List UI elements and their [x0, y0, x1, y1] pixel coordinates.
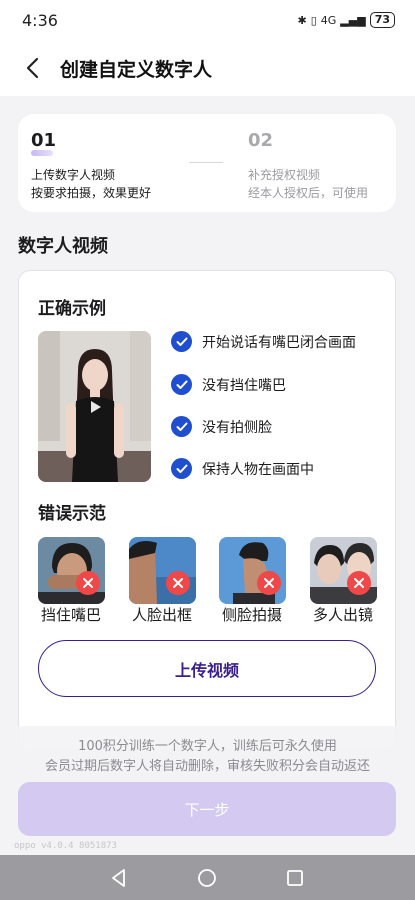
battery-indicator: 73: [369, 12, 395, 28]
step-1-subtitle: 按要求拍摄，效果更好: [31, 186, 152, 200]
back-arrow-icon[interactable]: [22, 56, 44, 80]
page-header: 创建自定义数字人: [0, 40, 415, 96]
nav-home-icon[interactable]: [196, 867, 218, 889]
nav-back-icon[interactable]: [108, 867, 130, 889]
wrong-example-heading: 错误示范: [38, 504, 106, 524]
error-x-icon: [257, 571, 281, 595]
wrong-example-thumbnail: [219, 537, 286, 604]
check-item-label: 开始说话有嘴巴闭合画面: [202, 334, 356, 351]
status-icons: ✱ ▯ 4G ▂▄▆ 73: [297, 12, 395, 28]
wrong-example-thumbnail: [310, 537, 377, 604]
step-2-subtitle: 经本人授权后，可使用: [248, 186, 369, 200]
step-connector: [189, 162, 223, 163]
upload-video-button[interactable]: 上传视频: [38, 640, 376, 697]
notice-line-1: 100积分训练一个数字人，训练后可永久使用: [78, 739, 337, 754]
status-time: 4:36: [22, 11, 58, 30]
vibrate-icon: ▯: [310, 13, 317, 27]
play-icon[interactable]: [87, 399, 103, 415]
wrong-example-label: 多人出镜: [312, 606, 373, 624]
error-x-icon: [347, 571, 371, 595]
correct-example-heading: 正确示例: [38, 299, 106, 319]
check-item: 开始说话有嘴巴闭合画面: [171, 331, 356, 352]
next-step-button[interactable]: 下一步: [18, 782, 396, 836]
step-1-title: 上传数字人视频: [31, 168, 116, 182]
face-out-of-frame-image: [129, 537, 196, 604]
checkmark-icon: [171, 374, 192, 395]
multiple-people-image: [310, 537, 377, 604]
check-item: 没有挡住嘴巴: [171, 374, 286, 395]
step-1-indicator: [31, 150, 53, 156]
step-1-number: 01: [31, 130, 57, 151]
checkmark-icon: [171, 458, 192, 479]
error-x-icon: [76, 571, 100, 595]
wrong-example-label: 人脸出框: [131, 606, 192, 624]
checkmark-icon: [171, 416, 192, 437]
version-label: oppo v4.0.4 8051873: [14, 841, 117, 851]
wrong-example-label: 挡住嘴巴: [40, 606, 101, 624]
check-item-label: 没有拍侧脸: [202, 419, 272, 436]
signal-icon: ▂▄▆: [340, 13, 366, 27]
step-2-number: 02: [248, 130, 274, 151]
status-bar: 4:36 ✱ ▯ 4G ▂▄▆ 73: [0, 0, 415, 40]
check-item-label: 没有挡住嘴巴: [202, 377, 286, 394]
page-title: 创建自定义数字人: [60, 59, 213, 81]
check-item-label: 保持人物在画面中: [202, 461, 314, 478]
example-video-thumbnail[interactable]: [38, 331, 151, 482]
step-2-title: 补充授权视频: [248, 168, 321, 182]
checkmark-icon: [171, 331, 192, 352]
covered-mouth-image: [38, 537, 105, 604]
wrong-example-thumbnail: [129, 537, 196, 604]
side-face-image: [219, 537, 286, 604]
system-navigation-bar: [0, 855, 415, 900]
nav-recents-icon[interactable]: [284, 867, 306, 889]
network-type-label: 4G: [320, 13, 337, 27]
notice-line-2: 会员过期后数字人将自动删除，审核失败积分会自动返还: [44, 759, 370, 774]
steps-card: 01 上传数字人视频 按要求拍摄，效果更好 02 补充授权视频 经本人授权后，可…: [18, 114, 396, 212]
wrong-example-thumbnail: [38, 537, 105, 604]
bluetooth-icon: ✱: [297, 13, 307, 27]
wrong-example-label: 侧脸拍摄: [221, 606, 282, 624]
check-item: 没有拍侧脸: [171, 416, 272, 437]
check-item: 保持人物在画面中: [171, 458, 314, 479]
error-x-icon: [166, 571, 190, 595]
section-title: 数字人视频: [18, 236, 108, 257]
